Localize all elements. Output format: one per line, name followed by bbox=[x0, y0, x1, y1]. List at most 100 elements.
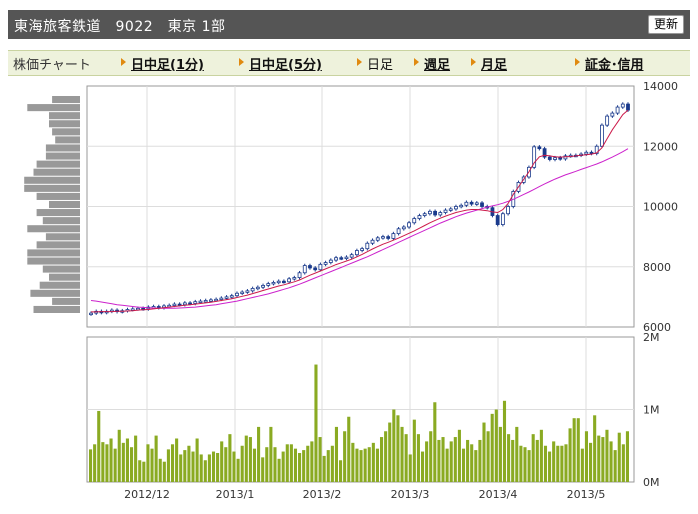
volume-bar bbox=[125, 438, 129, 482]
candle-body bbox=[224, 296, 229, 299]
candle-body bbox=[422, 213, 427, 216]
volume-bar bbox=[359, 450, 363, 482]
volume-bar bbox=[375, 448, 379, 482]
volume-bar bbox=[298, 453, 302, 482]
volume-bar bbox=[461, 448, 466, 482]
volume-bar bbox=[146, 444, 150, 482]
x-tick-label: 2013/2 bbox=[303, 488, 342, 501]
volume-bar bbox=[519, 445, 523, 482]
volume-bar bbox=[539, 429, 543, 482]
volume-bar bbox=[453, 437, 457, 482]
volume-bar bbox=[343, 431, 347, 482]
y-tick-label: 10000 bbox=[643, 201, 678, 214]
profile-bar bbox=[27, 104, 80, 112]
profile-bar bbox=[55, 136, 80, 144]
profile-bar bbox=[24, 184, 80, 192]
candle-body bbox=[474, 202, 479, 205]
candle-body bbox=[412, 218, 417, 224]
volume-bar bbox=[187, 445, 191, 482]
volume-bar bbox=[425, 441, 429, 482]
candle-body bbox=[370, 239, 375, 244]
profile-bar bbox=[49, 120, 80, 128]
volume-bar bbox=[306, 445, 310, 482]
stock-chart: 14000120001000080006000 2M1M0M 2012/12 20… bbox=[24, 80, 678, 501]
volume-bar bbox=[203, 460, 207, 482]
volume-bar bbox=[154, 435, 158, 482]
volume-bar bbox=[486, 431, 490, 482]
candle-body bbox=[443, 209, 448, 213]
volume-bar bbox=[334, 426, 339, 482]
volume-bar bbox=[207, 454, 211, 482]
volume-bar bbox=[589, 442, 593, 482]
candle-body bbox=[214, 298, 219, 302]
profile-bar bbox=[36, 241, 80, 249]
volume-bar bbox=[220, 441, 224, 482]
candle-body bbox=[229, 295, 234, 298]
volume-bar bbox=[584, 431, 589, 482]
candle-body bbox=[266, 283, 271, 286]
volume-bar bbox=[170, 444, 175, 482]
candle-body bbox=[448, 208, 453, 211]
volume-bar bbox=[601, 437, 605, 482]
volume-bar bbox=[466, 439, 470, 482]
candle-body bbox=[480, 202, 484, 207]
volume-bar bbox=[474, 450, 478, 482]
volume-bar bbox=[293, 448, 298, 482]
volume-bar bbox=[339, 460, 343, 482]
volume-bar bbox=[302, 450, 306, 482]
candle-body bbox=[365, 242, 370, 250]
volume-bar bbox=[420, 451, 425, 482]
candle-body bbox=[454, 206, 458, 210]
candle-body bbox=[459, 204, 464, 208]
volume-bar bbox=[265, 447, 269, 482]
volume-bar bbox=[363, 448, 367, 482]
volume-bar bbox=[392, 409, 396, 482]
profile-bar bbox=[27, 257, 80, 265]
volume-bar bbox=[593, 415, 597, 482]
profile-bar bbox=[52, 128, 80, 136]
volume-bar bbox=[490, 413, 494, 482]
volume-tick-label: 1M bbox=[643, 404, 660, 417]
profile-bar bbox=[36, 160, 80, 168]
volume-bar bbox=[433, 402, 437, 482]
candle-body bbox=[334, 257, 338, 261]
candle-body bbox=[282, 280, 286, 284]
volume-bar bbox=[113, 448, 117, 482]
volume-bar bbox=[326, 450, 330, 482]
volume-bar bbox=[285, 444, 289, 482]
volume-bar bbox=[576, 418, 580, 482]
volume-bar bbox=[310, 441, 314, 482]
y-tick-label: 8000 bbox=[643, 261, 671, 274]
volume-bar bbox=[175, 438, 179, 482]
profile-bar bbox=[52, 96, 80, 104]
volume-bar bbox=[535, 439, 539, 482]
volume-bar bbox=[416, 434, 420, 482]
volume-bar bbox=[502, 400, 507, 482]
profile-bar bbox=[49, 273, 80, 281]
x-tick-label: 2013/5 bbox=[567, 488, 606, 501]
profile-bar bbox=[49, 200, 80, 209]
volume-bar bbox=[412, 419, 416, 482]
volume-bar bbox=[101, 442, 105, 482]
volume-tick-label: 2M bbox=[643, 331, 660, 344]
candle-body bbox=[349, 254, 354, 258]
volume-bar bbox=[150, 448, 154, 482]
volume-bar bbox=[367, 447, 371, 482]
candle-body bbox=[182, 302, 187, 306]
candle-body bbox=[438, 212, 443, 216]
date-x-axis: 2012/12 2013/1 2013/2 2013/3 2013/4 2013/5 bbox=[124, 488, 605, 501]
candle-body bbox=[276, 280, 281, 284]
price-volume-profile bbox=[24, 96, 80, 313]
profile-bar bbox=[49, 112, 80, 120]
volume-bar bbox=[597, 435, 601, 482]
volume-bar bbox=[240, 445, 244, 482]
candle-body bbox=[537, 146, 542, 150]
volume-bar bbox=[613, 450, 617, 482]
volume-bar bbox=[105, 444, 109, 482]
candle-body bbox=[500, 213, 505, 225]
candle-body bbox=[553, 157, 557, 160]
profile-bar bbox=[45, 152, 80, 160]
volume-bar bbox=[568, 428, 572, 482]
volume-bar bbox=[142, 461, 146, 482]
candle-body bbox=[255, 286, 260, 290]
